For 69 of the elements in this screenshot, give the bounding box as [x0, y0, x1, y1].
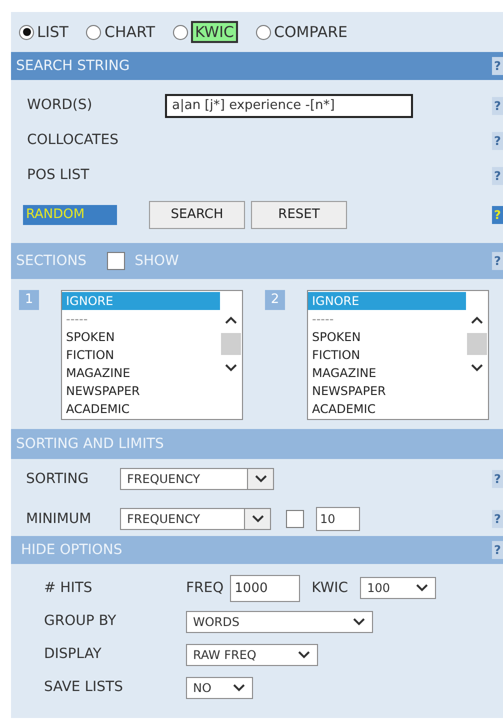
- chevron-down-icon: [247, 469, 273, 489]
- help-icon[interactable]: ?: [492, 166, 503, 184]
- radio-label[interactable]: LIST: [37, 20, 68, 44]
- list-option[interactable]: NEWSPAPER: [62, 382, 220, 400]
- radio-button[interactable]: [256, 24, 272, 40]
- action-button[interactable]: RESET: [251, 201, 347, 229]
- list-option[interactable]: SPOKEN: [308, 328, 466, 346]
- list-option[interactable]: ACADEMIC: [308, 400, 466, 418]
- field-label: KWIC: [312, 578, 348, 598]
- help-icon[interactable]: ?: [492, 541, 503, 559]
- field-label: DISPLAY: [44, 645, 102, 664]
- list-option[interactable]: ACADEMIC: [62, 400, 220, 418]
- field-label: POS LIST: [27, 166, 90, 185]
- radio-label[interactable]: CHART: [104, 20, 155, 44]
- field-label: MINIMUM: [26, 510, 92, 528]
- chevron-down-icon: [244, 509, 270, 529]
- field-label: SAVE LISTS: [44, 678, 124, 697]
- list-option[interactable]: -----: [62, 310, 220, 328]
- help-icon[interactable]: ?: [492, 470, 503, 488]
- field-label: COLLOCATES: [27, 131, 118, 150]
- chevron-down-icon: [224, 363, 238, 373]
- section-title: SEARCH STRING: [16, 56, 130, 76]
- checkbox[interactable]: [286, 510, 304, 528]
- action-button[interactable]: SEARCH: [149, 201, 245, 229]
- list-box[interactable]: IGNORE ----- SPOKEN FICTION MAGAZINE NEWSPAPER ACADEMIC: [61, 290, 243, 420]
- chevron-up-icon: [224, 315, 238, 325]
- help-icon[interactable]: ?: [492, 510, 503, 528]
- list-box[interactable]: IGNORE ----- SPOKEN FICTION MAGAZINE NEWSPAPER ACADEMIC: [307, 290, 489, 420]
- scrollbar-thumb[interactable]: [467, 333, 487, 355]
- dropdown[interactable]: FREQUENCY: [120, 468, 274, 490]
- field-label: # HITS: [44, 578, 94, 598]
- radio-button[interactable]: [172, 24, 188, 40]
- help-icon[interactable]: ?: [492, 252, 503, 270]
- list-option[interactable]: SPOKEN: [62, 328, 220, 346]
- field-label: SORTING: [26, 470, 90, 488]
- help-icon[interactable]: ?: [492, 132, 503, 150]
- dropdown[interactable]: 100: [360, 577, 436, 599]
- number-badge: 2: [265, 290, 285, 310]
- search-field[interactable]: a|an [j*] experience -[n*]: [165, 94, 413, 118]
- checkbox-label: SHOW: [134, 252, 179, 270]
- dropdown[interactable]: NO: [186, 676, 253, 698]
- dropdown[interactable]: RAW FREQ: [186, 644, 318, 666]
- field-label: GROUP BY: [44, 612, 118, 631]
- list-option[interactable]: -----: [308, 310, 466, 328]
- field-label: WORD(S): [27, 96, 94, 115]
- number-field[interactable]: 10: [316, 507, 360, 531]
- scrollbar-thumb[interactable]: [221, 333, 241, 355]
- help-icon[interactable]: ?: [492, 57, 503, 75]
- checkbox[interactable]: [106, 252, 125, 270]
- radio-label[interactable]: COMPARE: [274, 20, 348, 44]
- dropdown[interactable]: FREQUENCY: [120, 508, 271, 530]
- radio-button[interactable]: [19, 24, 34, 40]
- section-title: HIDE OPTIONS: [21, 540, 122, 560]
- radio-button[interactable]: [86, 24, 102, 40]
- field-label: FREQ: [186, 578, 224, 598]
- chevron-down-icon: [470, 363, 484, 373]
- list-option[interactable]: FICTION: [62, 346, 220, 364]
- section-title: SECTIONS: [16, 252, 87, 270]
- section-title: SORTING AND LIMITS: [16, 434, 164, 454]
- dropdown[interactable]: WORDS: [186, 610, 373, 632]
- number-field[interactable]: 1000: [230, 574, 300, 602]
- list-option[interactable]: MAGAZINE: [62, 364, 220, 382]
- list-option[interactable]: NEWSPAPER: [308, 382, 466, 400]
- help-icon[interactable]: ?: [492, 96, 503, 114]
- list-option[interactable]: FICTION: [308, 346, 466, 364]
- radio-label[interactable]: KWIC: [190, 21, 238, 43]
- number-badge: 1: [19, 290, 39, 310]
- chevron-up-icon: [470, 315, 484, 325]
- list-option[interactable]: MAGAZINE: [308, 364, 466, 382]
